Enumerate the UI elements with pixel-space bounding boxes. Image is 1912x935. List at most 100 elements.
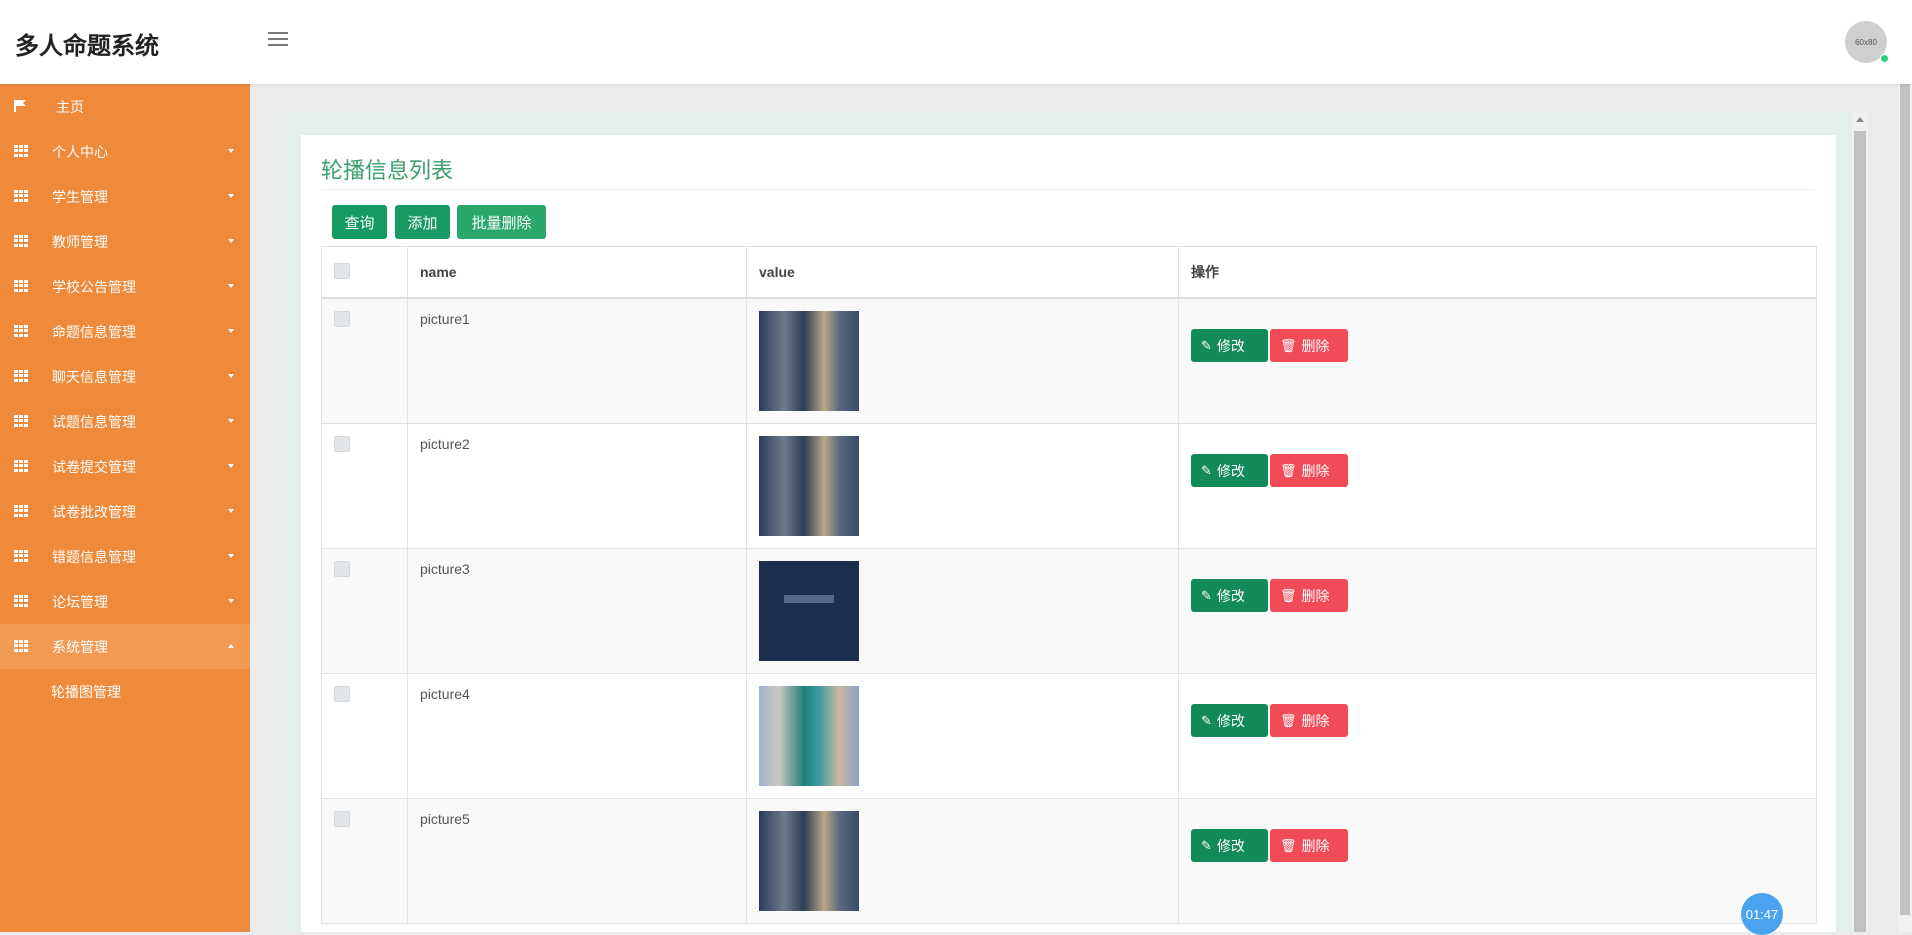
column-header-name: name [407, 246, 747, 299]
row-thumbnail-image [759, 436, 859, 536]
trash-icon: 🗑 [1280, 712, 1297, 728]
grid-icon [14, 325, 28, 337]
sidebar-item-label: 试卷提交管理 [52, 458, 136, 475]
row-thumbnail-image [759, 311, 859, 411]
edit-label: 修改 [1216, 712, 1245, 729]
edit-button[interactable]: ✎ 修改 [1191, 829, 1268, 862]
row-checkbox[interactable] [334, 811, 350, 827]
delete-button[interactable]: 🗑 删除 [1270, 829, 1348, 862]
scroll-up-icon[interactable] [1856, 117, 1864, 122]
delete-label: 删除 [1301, 587, 1330, 604]
chevron-down-icon [228, 149, 234, 153]
sidebar-item-system[interactable]: 系统管理 [0, 624, 250, 669]
trash-icon: 🗑 [1280, 462, 1297, 478]
trash-icon: 🗑 [1280, 587, 1297, 603]
sidebar-item-label: 学校公告管理 [52, 278, 136, 295]
table-row: picture3 ✎ 修改 🗑 删除 [321, 548, 1817, 674]
delete-label: 删除 [1301, 462, 1330, 479]
chevron-down-icon [228, 374, 234, 378]
sidebar-item-submissions[interactable]: 试卷提交管理 [0, 444, 250, 489]
sidebar-item-label: 试卷批改管理 [52, 503, 136, 520]
sidebar-item-announcements[interactable]: 学校公告管理 [0, 264, 250, 309]
row-checkbox[interactable] [334, 436, 350, 452]
edit-button[interactable]: ✎ 修改 [1191, 704, 1268, 737]
sidebar-item-forum[interactable]: 论坛管理 [0, 579, 250, 624]
row-checkbox[interactable] [334, 311, 350, 327]
chevron-down-icon [228, 599, 234, 603]
delete-button[interactable]: 🗑 删除 [1270, 704, 1348, 737]
sidebar-item-label: 试题信息管理 [52, 413, 136, 430]
timer-badge: 01:47 [1741, 893, 1783, 935]
chevron-down-icon [228, 419, 234, 423]
edit-button[interactable]: ✎ 修改 [1191, 579, 1268, 612]
query-button[interactable]: 查询 [332, 205, 387, 239]
grid-icon [14, 460, 28, 472]
sidebar-item-chat[interactable]: 聊天信息管理 [0, 354, 250, 399]
sidebar-item-questions[interactable]: 试题信息管理 [0, 399, 250, 444]
row-name: picture5 [407, 798, 747, 924]
sidebar: 主页 个人中心 学生管理 教师管理 学校公告管理 命题信息管理 聊天信息管理 试… [0, 84, 250, 932]
edit-label: 修改 [1216, 837, 1245, 854]
sidebar-item-label: 论坛管理 [52, 593, 108, 610]
chevron-down-icon [228, 509, 234, 513]
grid-icon [14, 235, 28, 247]
edit-label: 修改 [1216, 587, 1245, 604]
sidebar-item-home[interactable]: 主页 [0, 84, 250, 129]
sidebar-subitem-carousel[interactable]: 轮播图管理 [0, 669, 250, 714]
sidebar-item-personal-center[interactable]: 个人中心 [0, 129, 250, 174]
edit-label: 修改 [1216, 337, 1245, 354]
list-card: 轮播信息列表 查询 添加 批量删除 name value 操作 picture1… [301, 135, 1836, 932]
grid-icon [14, 595, 28, 607]
sidebar-item-grading[interactable]: 试卷批改管理 [0, 489, 250, 534]
edit-icon: ✎ [1201, 837, 1212, 853]
edit-icon: ✎ [1201, 712, 1212, 728]
row-checkbox[interactable] [334, 686, 350, 702]
grid-icon [14, 505, 28, 517]
scrollbar-thumb[interactable] [1854, 131, 1866, 932]
grid-icon [14, 145, 28, 157]
trash-icon: 🗑 [1280, 337, 1297, 353]
delete-button[interactable]: 🗑 删除 [1270, 329, 1348, 362]
row-name: picture3 [407, 548, 747, 674]
batch-delete-button[interactable]: 批量删除 [457, 205, 546, 239]
edit-button[interactable]: ✎ 修改 [1191, 454, 1268, 487]
row-checkbox[interactable] [334, 561, 350, 577]
delete-button[interactable]: 🗑 删除 [1270, 579, 1348, 612]
chevron-down-icon [228, 329, 234, 333]
delete-label: 删除 [1301, 337, 1330, 354]
grid-icon [14, 550, 28, 562]
edit-button[interactable]: ✎ 修改 [1191, 329, 1268, 362]
app-title: 多人命题系统 [15, 33, 159, 60]
table-row: picture4 ✎ 修改 🗑 删除 [321, 673, 1817, 799]
sidebar-item-label: 命题信息管理 [52, 323, 136, 340]
online-status-dot [1880, 54, 1889, 63]
title-divider [321, 189, 1815, 190]
window-scrollbar[interactable] [1898, 0, 1912, 932]
sidebar-item-wrong-questions[interactable]: 错题信息管理 [0, 534, 250, 579]
sidebar-item-propositions[interactable]: 命题信息管理 [0, 309, 250, 354]
edit-label: 修改 [1216, 462, 1245, 479]
page-title: 轮播信息列表 [321, 158, 454, 183]
grid-icon [14, 280, 28, 292]
grid-icon [14, 640, 28, 652]
select-all-checkbox[interactable] [334, 262, 350, 279]
add-button[interactable]: 添加 [395, 205, 450, 239]
grid-icon [14, 190, 28, 202]
sidebar-item-label: 学生管理 [52, 188, 108, 205]
grid-icon [14, 415, 28, 427]
sidebar-item-teachers[interactable]: 教师管理 [0, 219, 250, 264]
top-header: 多人命题系统 60x80 [0, 0, 1912, 84]
delete-button[interactable]: 🗑 删除 [1270, 454, 1348, 487]
edit-icon: ✎ [1201, 462, 1212, 478]
sidebar-item-students[interactable]: 学生管理 [0, 174, 250, 219]
column-header-value: value [746, 246, 1179, 299]
content-scrollbar[interactable] [1852, 113, 1868, 932]
window-scrollbar-thumb[interactable] [1900, 10, 1910, 915]
table-row: picture2 ✎ 修改 🗑 删除 [321, 423, 1817, 549]
carousel-table: name value 操作 picture1 ✎ 修改 🗑 删除 picture2 ✎… [321, 246, 1817, 924]
row-thumbnail-image [759, 686, 859, 786]
menu-toggle-icon[interactable] [268, 32, 288, 48]
sidebar-item-label: 个人中心 [52, 143, 108, 160]
chevron-up-icon [228, 644, 234, 648]
sidebar-item-label: 系统管理 [52, 638, 108, 655]
